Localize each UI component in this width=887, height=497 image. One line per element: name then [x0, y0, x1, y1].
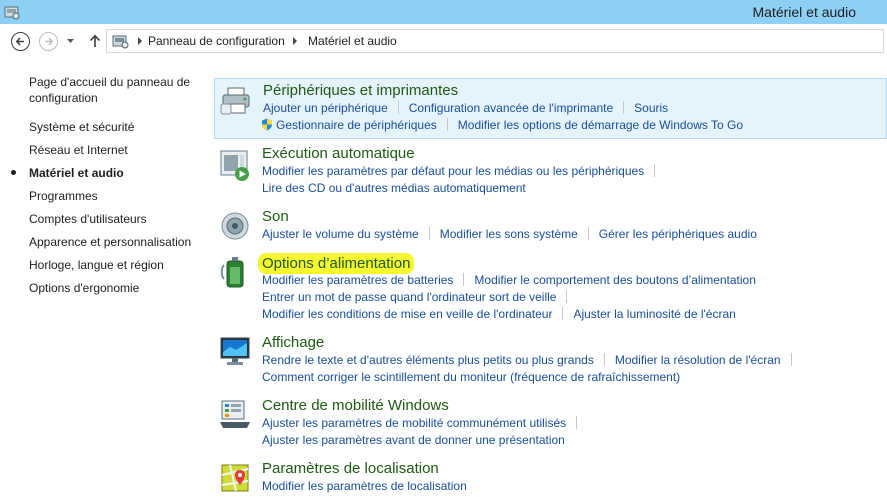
mobility-center-icon [220, 400, 250, 428]
link-audio-devices[interactable]: Gérer les périphériques audio [599, 226, 757, 243]
title-bar: Matériel et audio [0, 0, 887, 24]
address-bar: Panneau de configuration Matériel et aud… [0, 24, 887, 58]
section-display: Affichage Rendre le texte et d'autres él… [214, 333, 887, 389]
link-default-media-settings[interactable]: Modifier les paramètres par défaut pour … [262, 163, 644, 180]
breadcrumb-root[interactable]: Panneau de configuration [148, 34, 285, 48]
link-text-size[interactable]: Rendre le texte et d'autres éléments plu… [262, 352, 594, 369]
link-mobility-settings[interactable]: Ajuster les paramètres de mobilité commu… [262, 415, 566, 432]
section-power-options: Options d’alimentation Modifier les para… [214, 253, 887, 325]
sidebar: Page d'accueil du panneau de configurati… [0, 58, 210, 497]
link-line: Ajuster le volume du système Modifier les… [262, 226, 757, 243]
link-system-volume[interactable]: Ajuster le volume du système [262, 226, 419, 243]
separator [397, 101, 399, 115]
sidebar-item-network[interactable]: Réseau et Internet [29, 142, 128, 158]
link-line: Entrer un mot de passe quand l'ordinateu… [262, 289, 577, 306]
section-title[interactable]: Son [262, 207, 289, 226]
sidebar-item-appearance[interactable]: Apparence et personnalisation [29, 234, 191, 250]
speaker-icon [221, 212, 249, 240]
address-field[interactable]: Panneau de configuration Matériel et aud… [106, 29, 884, 53]
autoplay-icon [220, 150, 249, 181]
uac-shield-icon [262, 118, 272, 131]
sidebar-home-link[interactable]: Page d'accueil du panneau de configurati… [29, 74, 199, 106]
section-location-settings: Paramètres de localisation Modifier les … [214, 459, 887, 497]
sidebar-item-ease-of-access[interactable]: Options d'ergonomie [29, 280, 139, 296]
link-screen-brightness[interactable]: Ajuster la luminosité de l'écran [573, 306, 735, 323]
link-windows-to-go[interactable]: Modifier les options de démarrage de Win… [458, 117, 743, 134]
link-device-manager[interactable]: Gestionnaire de périphériques [276, 117, 437, 134]
control-panel-icon [112, 35, 129, 49]
link-line: Modifier les paramètres de localisation [262, 478, 467, 495]
recent-locations-dropdown[interactable] [66, 38, 75, 44]
section-title[interactable]: Centre de mobilité Windows [262, 396, 449, 415]
separator [654, 164, 656, 178]
section-devices-printers: Périphériques et imprimantes Ajouter un … [214, 78, 887, 139]
link-power-buttons[interactable]: Modifier le comportement des boutons d’a… [474, 272, 755, 289]
sidebar-item-clock-region[interactable]: Horloge, langue et région [29, 257, 164, 273]
section-mobility-center: Centre de mobilité Windows Ajuster les p… [214, 396, 887, 452]
link-line: Ajuster les paramètres avant de donner u… [262, 432, 565, 449]
up-arrow-icon[interactable] [88, 34, 102, 48]
link-location-settings[interactable]: Modifier les paramètres de localisation [262, 478, 467, 495]
separator [562, 307, 564, 321]
back-button[interactable] [11, 32, 30, 51]
printer-icon [220, 87, 250, 115]
sidebar-item-hardware-sound[interactable]: Matériel et audio [29, 165, 124, 181]
separator [587, 227, 589, 241]
window-title: Matériel et audio [752, 4, 856, 20]
separator [790, 353, 792, 367]
link-line: Modifier les paramètres par défaut pour … [262, 163, 665, 180]
link-wake-password[interactable]: Entrer un mot de passe quand l'ordinateu… [262, 289, 556, 306]
chevron-right-icon[interactable] [137, 37, 143, 45]
section-title[interactable]: Exécution automatique [262, 144, 415, 163]
link-play-cds-automatically[interactable]: Lire des CD ou d'autres médias automatiq… [262, 180, 526, 197]
link-mouse[interactable]: Souris [634, 100, 668, 117]
sidebar-item-user-accounts[interactable]: Comptes d'utilisateurs [29, 211, 147, 227]
link-line: Modifier les paramètres de batteries Modi… [262, 272, 756, 289]
chevron-right-icon[interactable] [292, 37, 298, 45]
link-system-sounds[interactable]: Modifier les sons système [440, 226, 578, 243]
active-bullet-icon [11, 170, 16, 175]
link-add-device[interactable]: Ajouter un périphérique [263, 100, 388, 117]
separator [603, 353, 605, 367]
monitor-icon [220, 337, 250, 365]
battery-icon [220, 257, 244, 288]
link-line: Lire des CD ou d'autres médias automatiq… [262, 180, 526, 197]
separator [446, 118, 448, 132]
arrow-right-icon [45, 37, 54, 46]
control-panel-icon [4, 6, 20, 20]
link-line: Ajouter un périphérique Configuration ava… [263, 100, 668, 117]
separator [623, 101, 625, 115]
separator [576, 416, 578, 430]
link-line: Ajuster les paramètres de mobilité commu… [262, 415, 587, 432]
section-title[interactable]: Affichage [262, 333, 324, 352]
separator [566, 290, 568, 304]
forward-button[interactable] [39, 32, 58, 51]
section-sound: Son Ajuster le volume du système Modifier… [214, 207, 887, 247]
link-advanced-printer-setup[interactable]: Configuration avancée de l'imprimante [409, 100, 613, 117]
separator [463, 273, 465, 287]
sidebar-item-programs[interactable]: Programmes [29, 188, 98, 204]
link-screen-resolution[interactable]: Modifier la résolution de l'écran [615, 352, 781, 369]
section-title[interactable]: Options d’alimentation [258, 253, 415, 274]
link-battery-settings[interactable]: Modifier les paramètres de batteries [262, 272, 453, 289]
breadcrumb-current[interactable]: Matériel et audio [308, 34, 397, 48]
link-sleep-settings[interactable]: Modifier les conditions de mise en veill… [262, 306, 552, 323]
link-line: Modifier les conditions de mise en veill… [262, 306, 736, 323]
link-presentation-settings[interactable]: Ajuster les paramètres avant de donner u… [262, 432, 565, 449]
location-icon [221, 464, 249, 492]
section-autoplay: Exécution automatique Modifier les param… [214, 144, 887, 199]
link-line: Comment corriger le scintillement du mon… [262, 369, 680, 386]
separator [428, 227, 430, 241]
link-line: Gestionnaire de périphériques Modifier le… [261, 117, 743, 134]
link-line: Rendre le texte et d'autres éléments plu… [262, 352, 802, 369]
link-refresh-rate[interactable]: Comment corriger le scintillement du mon… [262, 369, 680, 386]
sidebar-item-security[interactable]: Système et sécurité [29, 119, 134, 135]
section-title[interactable]: Périphériques et imprimantes [263, 81, 458, 100]
main-content: Périphériques et imprimantes Ajouter un … [214, 58, 887, 497]
section-title[interactable]: Paramètres de localisation [262, 459, 439, 478]
arrow-left-icon [15, 37, 24, 46]
